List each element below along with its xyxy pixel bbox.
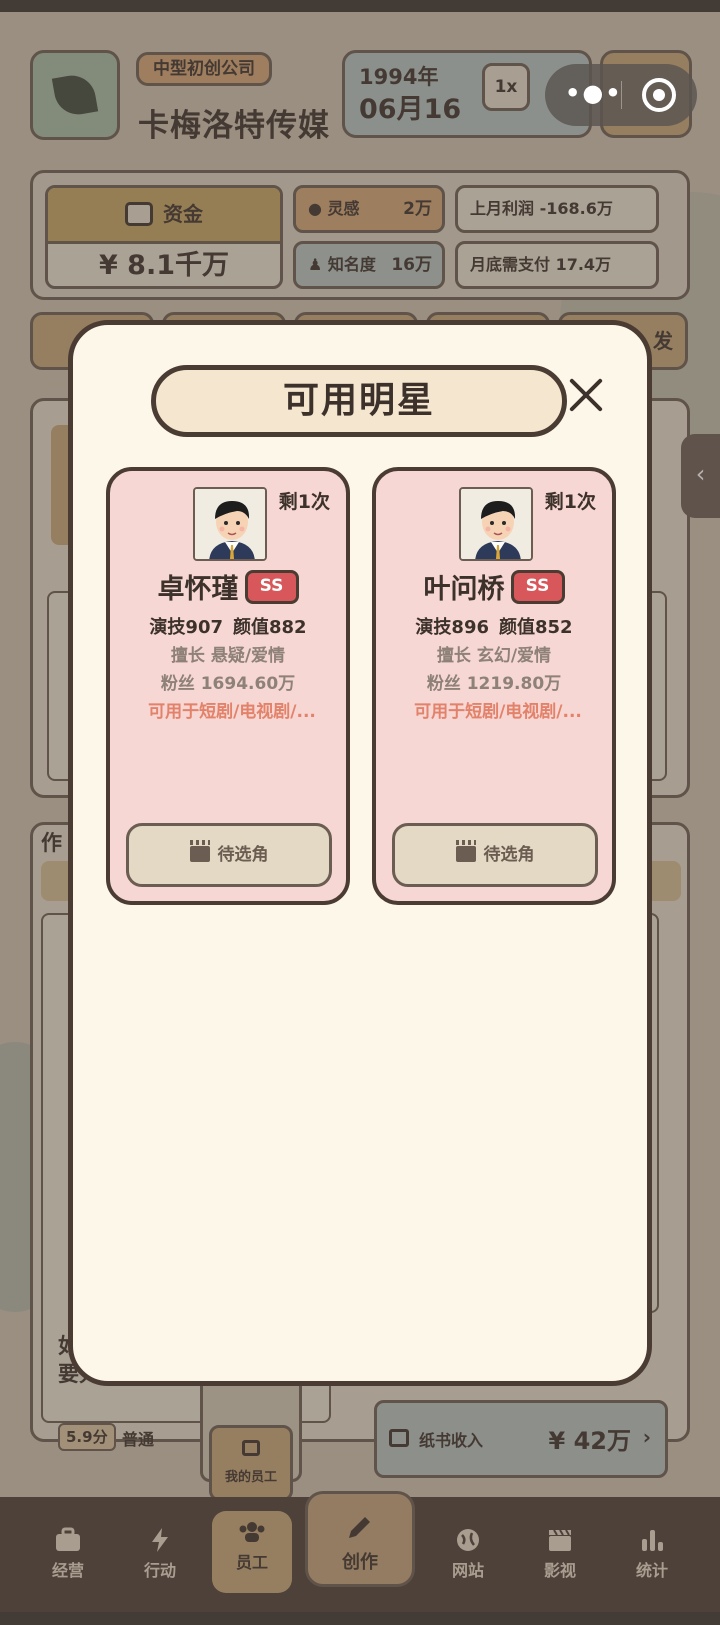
capsule-divider [621,81,622,109]
star-name: 卓怀瑾 [157,574,239,605]
pending-casting-label: 待选角 [483,845,535,865]
pending-casting-label: 待选角 [217,845,269,865]
star-name-row: 叶问桥 SS [376,567,612,606]
avatar [459,487,533,561]
close-icon[interactable] [566,375,606,415]
acting-value: 演技907 [149,617,223,638]
pending-casting-button[interactable]: 待选角 [126,823,332,887]
grade-badge: SS [510,569,565,604]
usage-info: 可用于短剧/电视剧/... [414,702,582,722]
star-card[interactable]: 剩1次 叶问桥 SS 演技896 颜值852 擅长 玄幻/爱情 粉丝 1219.80… [372,467,616,905]
available-stars-modal: 可用明星 剩1次 卓怀瑾 SS 演技907 颜值882 擅长 悬疑/爱情 粉丝 … [68,320,652,1386]
fans-count: 粉丝 1694.60万 [160,674,296,694]
more-icon[interactable]: •●• [565,78,621,108]
remaining-count: 剩1次 [544,491,596,513]
clapperboard-icon [455,840,476,862]
remaining-count: 剩1次 [278,491,330,513]
specialty: 擅长 悬疑/爱情 [170,646,286,666]
actor-portrait-icon [195,489,265,559]
looks-value: 颜值882 [233,617,307,638]
modal-title: 可用明星 [151,365,567,437]
star-card[interactable]: 剩1次 卓怀瑾 SS 演技907 颜值882 擅长 悬疑/爱情 粉丝 1694.60… [106,467,350,905]
usage-info: 可用于短剧/电视剧/... [148,702,316,722]
star-stats: 演技907 颜值882 [110,613,346,639]
looks-value: 颜值852 [499,617,573,638]
avatar [193,487,267,561]
close-miniprogram-icon[interactable] [642,78,676,112]
actor-portrait-icon [461,489,531,559]
specialty: 擅长 玄幻/爱情 [436,646,552,666]
acting-value: 演技896 [415,617,489,638]
grade-badge: SS [244,569,299,604]
pending-casting-button[interactable]: 待选角 [392,823,598,887]
star-name: 叶问桥 [423,574,505,605]
star-stats: 演技896 颜值852 [376,613,612,639]
fans-count: 粉丝 1219.80万 [426,674,562,694]
miniprogram-capsule: •●• [545,64,697,126]
clapperboard-icon [189,840,210,862]
star-name-row: 卓怀瑾 SS [110,567,346,606]
